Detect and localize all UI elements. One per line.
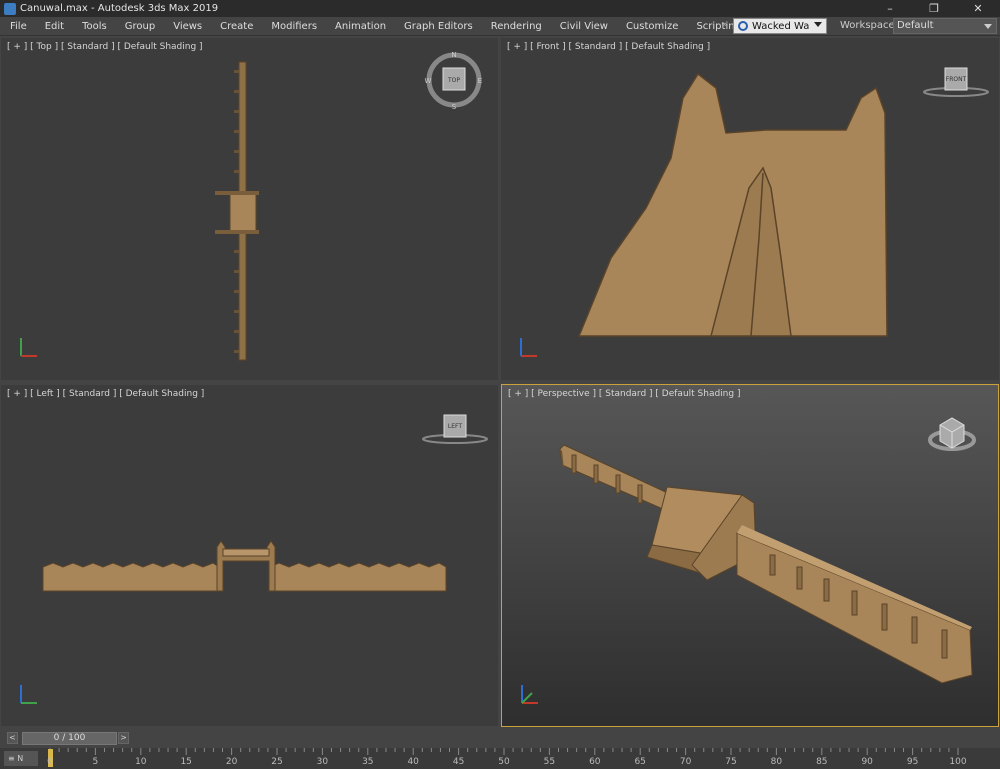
menu-rendering[interactable]: Rendering	[482, 21, 551, 32]
wall-model-top	[215, 61, 259, 361]
menu-views[interactable]: Views	[164, 21, 211, 32]
user-account-dropdown[interactable]: Wacked Wa	[733, 18, 827, 34]
timeline-track[interactable]: ≡ N 0 5 10 15 20 25 30 35 40 45 50 55 60 65 70 75 80 85 90…	[0, 748, 1000, 769]
axis-gizmo-icon	[20, 685, 37, 704]
axis-gizmo-icon	[521, 685, 538, 704]
timeline-tick-label: 95	[906, 757, 919, 767]
window-controls: – ❐ ✕	[868, 0, 1000, 17]
viewport-front[interactable]: [ + ] [ Front ] [ Standard ] [ Default S…	[501, 38, 999, 380]
chevron-down-icon	[984, 24, 992, 29]
timeline-tick-label: 75	[725, 757, 737, 767]
perspective-view-canvas	[521, 417, 976, 704]
menu-customize[interactable]: Customize	[617, 21, 688, 32]
top-view-canvas: TOP N E S W	[20, 51, 483, 361]
menu-create[interactable]: Create	[211, 21, 262, 32]
timeline-tick-label: 65	[634, 757, 646, 767]
menu-file[interactable]: File	[0, 21, 36, 32]
timeline-tick-label: 85	[816, 757, 828, 767]
workspace-select[interactable]: Default	[893, 18, 997, 34]
user-icon	[738, 21, 748, 31]
menu-edit[interactable]: Edit	[36, 21, 73, 32]
left-view-canvas: LEFT	[20, 414, 488, 704]
timeline-tick-label: 40	[407, 757, 419, 767]
front-view-canvas: FRONT	[520, 67, 989, 357]
maximize-button[interactable]: ❐	[912, 0, 956, 17]
viewcube-perspective[interactable]	[928, 417, 976, 451]
timeline-tick-label: 0	[47, 757, 53, 767]
timeline-tick-label: 70	[679, 757, 692, 767]
timeline-tick-label: 100	[949, 757, 967, 767]
time-slider[interactable]: 0 / 100	[22, 732, 117, 745]
timeline-tick-label: 55	[543, 757, 556, 767]
wall-model-left	[42, 540, 447, 592]
timeline-tick-label: 30	[316, 757, 329, 767]
minimize-button[interactable]: –	[868, 0, 912, 17]
menu-civil-view[interactable]: Civil View	[551, 21, 617, 32]
close-button[interactable]: ✕	[956, 0, 1000, 17]
timeline-tick-label: 50	[498, 757, 510, 767]
workspace-value: Default	[897, 20, 934, 31]
timeline-tick-label: 10	[135, 757, 147, 767]
viewcube-label: LEFT	[448, 423, 462, 430]
menu-modifiers[interactable]: Modifiers	[262, 21, 326, 32]
menu-overflow-icon[interactable]: »	[722, 20, 728, 30]
wall-model-perspective	[559, 444, 973, 684]
app-icon	[4, 2, 16, 15]
prev-frame-button[interactable]: <	[7, 732, 18, 744]
menu-bar: File Edit Tools Group Views Create Modif…	[0, 17, 1000, 36]
menu-animation[interactable]: Animation	[326, 21, 395, 32]
compass-e: E	[478, 77, 482, 85]
user-name: Wacked Wa	[752, 20, 810, 32]
viewport-top[interactable]: [ + ] [ Top ] [ Standard ] [ Default Sha…	[1, 38, 498, 380]
viewport-perspective[interactable]: [ + ] [ Perspective ] [ Standard ] [ Def…	[501, 384, 999, 727]
compass-n: N	[451, 51, 456, 59]
timeline-tick-label: 5	[92, 757, 99, 767]
viewcube-front[interactable]: FRONT	[923, 67, 989, 97]
menu-tools[interactable]: Tools	[73, 21, 116, 32]
axis-gizmo-icon	[520, 338, 537, 357]
timeline-tick-label: 90	[861, 757, 873, 767]
menu-group[interactable]: Group	[116, 21, 164, 32]
timeline-tick-label: 15	[180, 757, 192, 767]
timeline-tick-label: 45	[452, 757, 465, 767]
timeline-tick-label: 80	[770, 757, 783, 767]
title-bar: Canuwal.max - Autodesk 3ds Max 2019 – ❐ …	[0, 0, 1000, 17]
wall-model-front	[577, 72, 888, 337]
menu-graph-editors[interactable]: Graph Editors	[395, 21, 482, 32]
axis-gizmo-icon	[20, 338, 37, 357]
viewcube-top[interactable]: TOP N E S W	[425, 51, 483, 111]
viewcube-label: FRONT	[946, 76, 967, 83]
time-slider-bar: < 0 / 100 >	[0, 729, 1000, 747]
chevron-down-icon	[814, 22, 822, 27]
compass-w: W	[425, 77, 432, 85]
viewcube-left[interactable]: LEFT	[422, 414, 488, 444]
compass-s: S	[452, 103, 457, 111]
timeline-tick-label: 35	[362, 757, 374, 767]
window-title: Canuwal.max - Autodesk 3ds Max 2019	[20, 3, 219, 14]
timeline-tick-label: 20	[225, 757, 238, 767]
next-frame-button[interactable]: >	[118, 732, 129, 744]
timeline-tick-label: 25	[271, 757, 283, 767]
timeline-tick-label: 60	[589, 757, 601, 767]
viewport-left[interactable]: [ + ] [ Left ] [ Standard ] [ Default Sh…	[1, 385, 498, 726]
viewcube-label: TOP	[447, 77, 460, 84]
